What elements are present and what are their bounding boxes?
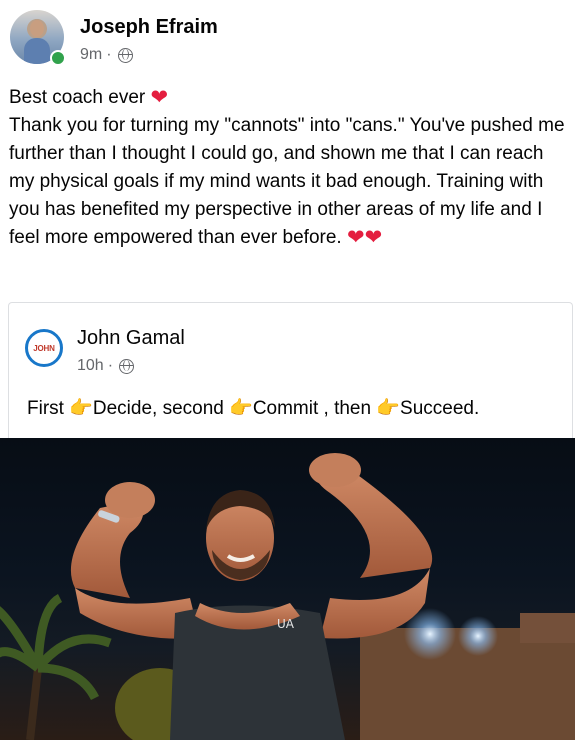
- shared-text-part-1: First: [27, 398, 70, 419]
- globe-icon[interactable]: [117, 47, 133, 63]
- shared-post-time[interactable]: 10h: [77, 357, 104, 375]
- shared-author-avatar[interactable]: JOHN: [25, 329, 63, 367]
- online-status-dot: [50, 50, 66, 66]
- globe-icon[interactable]: [119, 358, 135, 374]
- right-fist: [309, 453, 361, 487]
- author-name[interactable]: Joseph Efraim: [80, 16, 218, 39]
- palm-trunk: [26, 667, 42, 740]
- avatar-head: [30, 20, 44, 37]
- shared-post-photo[interactable]: UA: [0, 438, 575, 740]
- building-tower: [520, 613, 575, 643]
- flexing-man-photo: UA: [0, 453, 575, 740]
- post-time[interactable]: 9m: [80, 46, 102, 64]
- shirt-logo: UA: [277, 617, 295, 631]
- avatar-body: [24, 38, 50, 64]
- post-body-text: Thank you for turning my "cannots" into …: [9, 115, 565, 248]
- post-first-line: Best coach ever: [9, 87, 146, 108]
- shared-avatar-logo: JOHN: [33, 343, 55, 353]
- shared-post-meta: 10h ·: [77, 357, 135, 375]
- pointing-hand-icon: 👉: [229, 398, 253, 419]
- hearts-emoji-icon: ❤❤: [346, 226, 383, 249]
- street-light: [458, 616, 498, 656]
- shared-author-name[interactable]: John Gamal: [77, 327, 185, 350]
- meta-separator: ·: [106, 46, 112, 63]
- post-header: Joseph Efraim 9m ·: [10, 10, 565, 68]
- shared-post-card[interactable]: JOHN John Gamal 10h · First 👉Decide, sec…: [8, 302, 573, 439]
- heart-emoji-icon: ❤: [150, 86, 169, 109]
- shared-post-text: First 👉Decide, second 👉Commit , then 👉Su…: [27, 396, 479, 420]
- post-text: Best coach ever ❤ Thank you for turning …: [9, 84, 565, 252]
- shared-text-part-4: Succeed.: [400, 398, 480, 419]
- pointing-hand-icon: 👉: [376, 398, 401, 419]
- shared-text-part-3: Commit , then: [252, 398, 377, 419]
- shared-meta-separator: ·: [107, 357, 114, 374]
- pointing-hand-icon: 👉: [69, 398, 93, 419]
- post-meta: 9m ·: [80, 46, 133, 64]
- left-fist: [105, 482, 155, 518]
- shared-text-part-2: Decide, second: [92, 398, 230, 419]
